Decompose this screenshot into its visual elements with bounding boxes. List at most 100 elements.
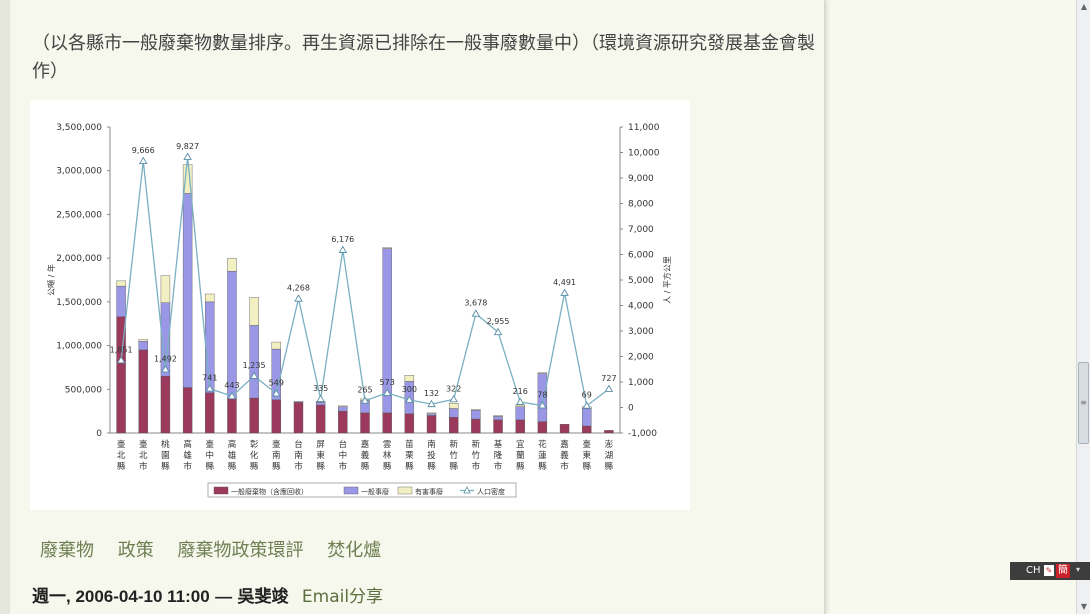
category-label: 澎湖縣: [605, 439, 614, 472]
left-tick-label: 1,000,000: [56, 342, 102, 352]
post-meta: 週一, 2006-04-10 11:00 — 吳斐竣 Email分享: [32, 582, 383, 607]
tag-link-policy-eia[interactable]: 廢棄物政策環評: [177, 540, 303, 561]
bar-general-waste: [315, 404, 326, 434]
bar-general-waste: [604, 430, 614, 434]
category-label: 臺北縣: [117, 439, 126, 472]
bar-hazardous-waste: [426, 412, 437, 414]
bar-general-waste: [559, 424, 570, 434]
bar-general-waste: [448, 417, 459, 434]
waste-density-chart: 3,500,000 3,000,000 2,500,000 2,000,000 1,50…: [46, 123, 672, 498]
bar-general-waste: [382, 412, 392, 434]
bar-general-waste: [493, 419, 503, 434]
bar-business-waste: [338, 406, 348, 412]
category-label: 臺南縣: [272, 439, 281, 472]
density-point-label: 741: [202, 374, 217, 383]
left-tick-label: 3,000,000: [56, 167, 102, 177]
email-share-link[interactable]: Email分享: [302, 587, 383, 607]
density-point-label: 6,176: [331, 235, 354, 244]
density-point-label: 443: [224, 381, 239, 390]
ime-options-arrow-icon[interactable]: ▾: [1076, 565, 1080, 574]
bar-hazardous-waste: [471, 409, 481, 411]
category-label: 南投縣: [427, 439, 436, 472]
scroll-thumb[interactable]: ≡: [1078, 362, 1089, 444]
category-label: 台中市: [339, 439, 348, 472]
density-point-label: 2,955: [487, 317, 510, 326]
bar-hazardous-waste: [271, 341, 282, 350]
bar-general-waste: [471, 418, 481, 434]
scroll-down-arrow-icon[interactable]: ▼: [1077, 600, 1090, 614]
bar-business-waste: [515, 406, 525, 421]
left-tick-label: 2,500,000: [56, 210, 102, 220]
left-tick-label: 1,500,000: [56, 298, 102, 308]
right-tick-label: 9,000: [628, 174, 654, 184]
bar-general-waste: [426, 415, 437, 434]
bar-general-waste: [515, 419, 525, 434]
density-point: [604, 384, 614, 392]
legend-label: 一般廢棄物（含應回收）: [231, 487, 308, 496]
category-label: 臺中縣: [206, 439, 215, 472]
bar-general-waste: [537, 421, 548, 434]
category-label: 宜蘭縣: [516, 439, 525, 472]
ime-mode-badge[interactable]: 簡: [1056, 564, 1070, 578]
density-point-label: 549: [269, 379, 284, 388]
category-label: 新竹市: [472, 439, 481, 472]
density-point-label: 727: [601, 374, 616, 383]
ime-pen-icon[interactable]: ✎: [1044, 565, 1054, 576]
legend-swatch-hazardous: [397, 486, 413, 495]
bar-hazardous-waste: [138, 339, 148, 342]
density-point-label: 132: [424, 389, 439, 398]
density-point-label: 265: [357, 386, 372, 395]
bar-general-waste: [271, 399, 282, 434]
density-point: [138, 156, 148, 164]
ime-toolbar[interactable]: CH ✎ 簡 ▾: [1010, 562, 1090, 580]
left-axis-title: 公噸 / 年: [46, 264, 56, 296]
density-point: [183, 152, 192, 160]
vertical-scrollbar[interactable]: ▲ ≡ ▼: [1076, 0, 1090, 614]
bar-business-waste: [426, 413, 437, 416]
ime-language-label[interactable]: CH: [1026, 565, 1041, 576]
figure-caption: （以各縣市一般廢棄物數量排序。再生資源已排除在一般事廢數量中）（環境資源研究發展…: [32, 33, 815, 82]
tag-link-waste[interactable]: 廢棄物: [40, 540, 94, 561]
post-author[interactable]: 吳斐竣: [237, 587, 288, 606]
legend-swatch-general: [213, 486, 229, 495]
right-tick-label: -1,000: [628, 429, 657, 439]
category-label: 基隆市: [494, 439, 503, 472]
density-point: [515, 397, 525, 405]
density-point-label: 78: [537, 391, 547, 400]
density-point-label: 4,491: [553, 278, 576, 287]
right-tick-label: 2,000: [628, 353, 654, 363]
meta-dash: —: [215, 587, 233, 606]
right-tick-label: 5,000: [628, 276, 654, 286]
density-point-label: 9,827: [176, 142, 199, 151]
tag-link-policy[interactable]: 政策: [118, 540, 154, 561]
bar-business-waste: [182, 193, 193, 388]
bar-business-waste: [138, 340, 148, 351]
page-background: [826, 0, 1076, 614]
bar-general-waste: [338, 410, 348, 434]
bar-hazardous-waste: [382, 247, 392, 249]
bar-hazardous-waste: [249, 297, 259, 326]
tag-link-incinerator[interactable]: 焚化爐: [327, 540, 381, 561]
chart-container: 3,500,000 3,000,000 2,500,000 2,000,000 1,50…: [30, 100, 690, 510]
left-tick-label: 3,500,000: [56, 123, 102, 133]
bar-business-waste: [448, 408, 459, 418]
article-body: （以各縣市一般廢棄物數量排序。再生資源已排除在一般事廢數量中）（環境資源研究發展…: [10, 0, 825, 614]
bar-hazardous-waste: [160, 275, 171, 303]
right-tick-label: 0: [628, 404, 634, 414]
density-point-label: 216: [513, 387, 528, 396]
density-point-label: 3,678: [464, 299, 487, 308]
bar-business-waste: [471, 410, 481, 420]
bar-hazardous-waste: [116, 280, 126, 287]
bar-business-waste: [293, 401, 304, 403]
right-tick-label: 7,000: [628, 225, 654, 235]
bar-hazardous-waste: [404, 375, 415, 382]
right-tick-label: 10,000: [628, 149, 660, 159]
density-point-label: 300: [402, 385, 417, 394]
density-point-label: 1,235: [243, 361, 266, 370]
density-point: [449, 394, 458, 403]
bar-hazardous-waste: [515, 404, 525, 407]
bar-general-waste: [404, 413, 415, 434]
density-point: [294, 294, 303, 302]
scroll-up-arrow-icon[interactable]: ▲: [1077, 0, 1090, 14]
density-point-label: 4,268: [287, 284, 310, 293]
